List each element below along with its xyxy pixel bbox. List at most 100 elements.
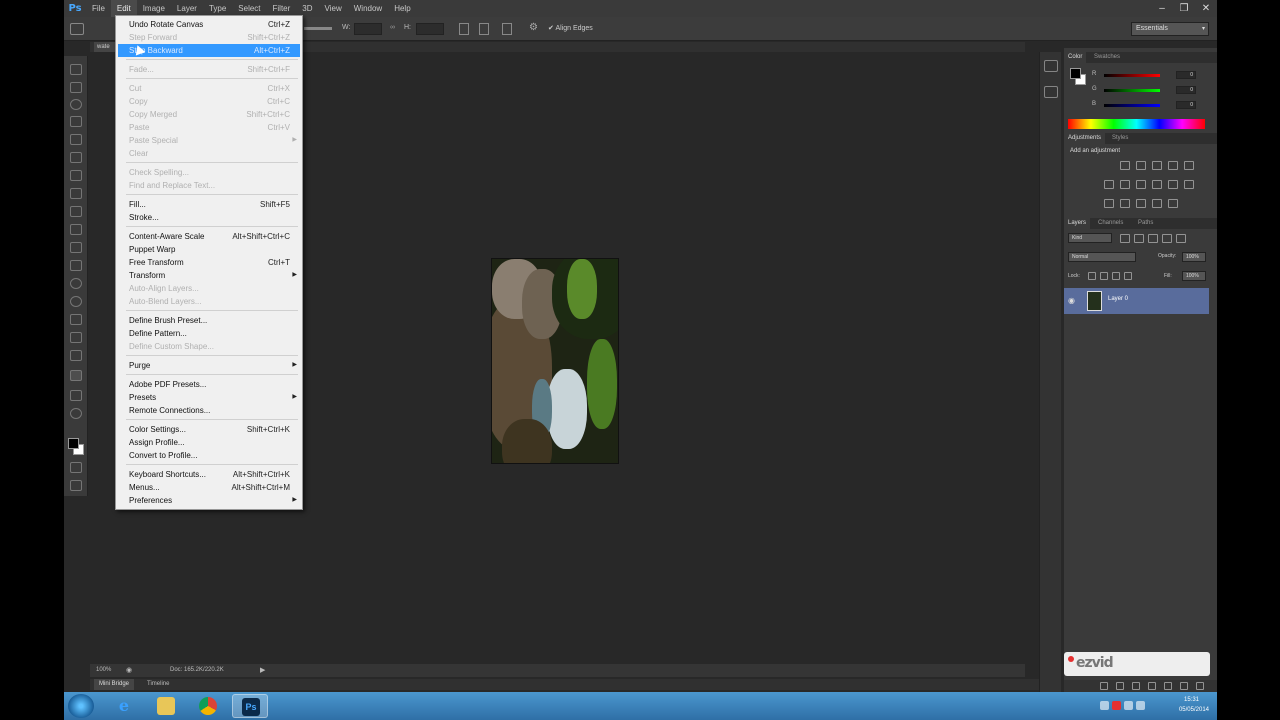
color-lookup-icon[interactable] <box>1184 180 1194 189</box>
menu-item-undo-rotate-canvas[interactable]: Undo Rotate Canvas Ctrl+Z <box>118 18 300 31</box>
curves-icon[interactable] <box>1152 161 1162 170</box>
tab-channels[interactable]: Channels <box>1094 218 1127 229</box>
filter-adjustment-icon[interactable] <box>1134 234 1144 243</box>
menu-help[interactable]: Help <box>388 0 416 17</box>
tab-styles[interactable]: Styles <box>1108 133 1132 144</box>
clock-date[interactable]: 05/05/2014 <box>1179 707 1209 713</box>
blue-slider[interactable] <box>1104 104 1160 107</box>
blur-tool-icon[interactable] <box>70 278 82 289</box>
tab-timeline[interactable]: Timeline <box>142 679 174 690</box>
tab-mini-bridge[interactable]: Mini Bridge <box>94 679 135 690</box>
status-settings-icon[interactable]: ◉ <box>126 666 132 674</box>
crop-tool-icon[interactable] <box>70 134 82 145</box>
tool-preset-icon[interactable] <box>70 23 84 35</box>
black-white-icon[interactable] <box>1136 180 1146 189</box>
clock-time[interactable]: 15:31 <box>1184 697 1199 703</box>
zoom-tool-icon[interactable] <box>70 408 82 419</box>
history-panel-icon[interactable] <box>1044 60 1058 72</box>
vibrance-icon[interactable] <box>1184 161 1194 170</box>
menu-item-presets[interactable]: Presets ▶ <box>118 391 300 404</box>
link-icon[interactable]: ∞ <box>390 24 395 36</box>
opacity-input[interactable]: 100% <box>1182 252 1206 262</box>
menu-item-fill[interactable]: Fill... Shift+F5 <box>118 198 300 211</box>
new-group-icon[interactable] <box>1164 682 1172 690</box>
align-edges-checkbox[interactable]: ✔ Align Edges <box>548 24 593 36</box>
brush-tool-icon[interactable] <box>70 188 82 199</box>
marquee-tool-icon[interactable] <box>70 82 82 93</box>
workspace-select[interactable]: Essentials ▾ <box>1131 22 1209 36</box>
brightness-contrast-icon[interactable] <box>1120 161 1130 170</box>
path-arrange-icon[interactable] <box>502 23 512 35</box>
tray-arrow-icon[interactable] <box>1100 701 1109 710</box>
filter-smart-object-icon[interactable] <box>1176 234 1186 243</box>
new-layer-icon[interactable] <box>1180 682 1188 690</box>
restore-button[interactable]: ❐ <box>1173 0 1195 17</box>
clone-stamp-tool-icon[interactable] <box>70 206 82 217</box>
path-align-icon[interactable] <box>479 23 489 35</box>
levels-icon[interactable] <box>1136 161 1146 170</box>
volume-icon[interactable] <box>1136 701 1145 710</box>
quick-mask-icon[interactable] <box>70 462 82 473</box>
menu-item-adobe-pdf-presets[interactable]: Adobe PDF Presets... <box>118 378 300 391</box>
hand-tool-icon[interactable] <box>70 390 82 401</box>
menu-item-convert-to-profile[interactable]: Convert to Profile... <box>118 449 300 462</box>
menu-item-content-aware-scale[interactable]: Content-Aware Scale Alt+Shift+Ctrl+C <box>118 230 300 243</box>
menu-item-puppet-warp[interactable]: Puppet Warp <box>118 243 300 256</box>
eraser-tool-icon[interactable] <box>70 242 82 253</box>
height-input[interactable] <box>416 23 444 35</box>
menu-item-define-brush-preset[interactable]: Define Brush Preset... <box>118 314 300 327</box>
taskbar-photoshop[interactable]: Ps <box>232 694 268 718</box>
type-tool-icon[interactable] <box>70 332 82 343</box>
quick-select-tool-icon[interactable] <box>70 116 82 127</box>
path-ops-icon[interactable] <box>459 23 469 35</box>
menu-item-remote-connections[interactable]: Remote Connections... <box>118 404 300 417</box>
gradient-tool-icon[interactable] <box>70 260 82 271</box>
gradient-map-icon[interactable] <box>1168 199 1178 208</box>
status-menu-arrow-icon[interactable]: ▶ <box>260 666 265 674</box>
hue-saturation-icon[interactable] <box>1104 180 1114 189</box>
screen-mode-icon[interactable] <box>70 480 82 491</box>
menu-item-transform[interactable]: Transform ▶ <box>118 269 300 282</box>
document-image-waterfall[interactable] <box>491 258 619 464</box>
tab-layers[interactable]: Layers <box>1064 218 1091 229</box>
blue-value[interactable]: 0 <box>1176 101 1196 109</box>
properties-panel-icon[interactable] <box>1044 86 1058 98</box>
tab-color[interactable]: Color <box>1064 52 1087 63</box>
layer-filter-select[interactable]: Kind <box>1068 233 1112 243</box>
layer-style-icon[interactable] <box>1116 682 1124 690</box>
network-icon[interactable] <box>1124 701 1133 710</box>
link-layers-icon[interactable] <box>1100 682 1108 690</box>
new-adjustment-layer-icon[interactable] <box>1148 682 1156 690</box>
invert-icon[interactable] <box>1104 199 1114 208</box>
menu-file[interactable]: File <box>86 0 111 17</box>
menu-window[interactable]: Window <box>348 0 388 17</box>
dodge-tool-icon[interactable] <box>70 296 82 307</box>
menu-item-color-settings[interactable]: Color Settings... Shift+Ctrl+K <box>118 423 300 436</box>
minimize-button[interactable]: – <box>1151 0 1173 17</box>
lock-all-icon[interactable] <box>1124 272 1132 280</box>
healing-brush-tool-icon[interactable] <box>70 170 82 181</box>
red-slider[interactable] <box>1104 74 1160 77</box>
foreground-color-swatch[interactable] <box>68 438 79 449</box>
start-button[interactable] <box>68 694 94 718</box>
gear-icon[interactable]: ⚙ <box>529 22 538 34</box>
photo-filter-icon[interactable] <box>1152 180 1162 189</box>
layer-name[interactable]: Layer 0 <box>1108 296 1128 302</box>
filter-shape-icon[interactable] <box>1162 234 1172 243</box>
color-balance-icon[interactable] <box>1120 180 1130 189</box>
lasso-tool-icon[interactable] <box>70 99 82 110</box>
lock-pixels-icon[interactable] <box>1100 272 1108 280</box>
width-input[interactable] <box>354 23 382 35</box>
tab-adjustments[interactable]: Adjustments <box>1064 133 1106 144</box>
menu-item-assign-profile[interactable]: Assign Profile... <box>118 436 300 449</box>
color-spectrum[interactable] <box>1068 119 1205 129</box>
menu-view[interactable]: View <box>319 0 348 17</box>
pen-tool-icon[interactable] <box>70 314 82 325</box>
taskbar-chrome[interactable] <box>190 694 226 718</box>
tray-app-icon[interactable] <box>1112 701 1121 710</box>
menu-item-step-backward[interactable]: Step Backward Alt+Ctrl+Z <box>118 44 300 57</box>
menu-item-keyboard-shortcuts[interactable]: Keyboard Shortcuts... Alt+Shift+Ctrl+K <box>118 468 300 481</box>
eye-icon[interactable]: ◉ <box>1068 296 1075 305</box>
zoom-level[interactable]: 100% <box>96 667 111 673</box>
move-tool-icon[interactable] <box>70 64 82 75</box>
